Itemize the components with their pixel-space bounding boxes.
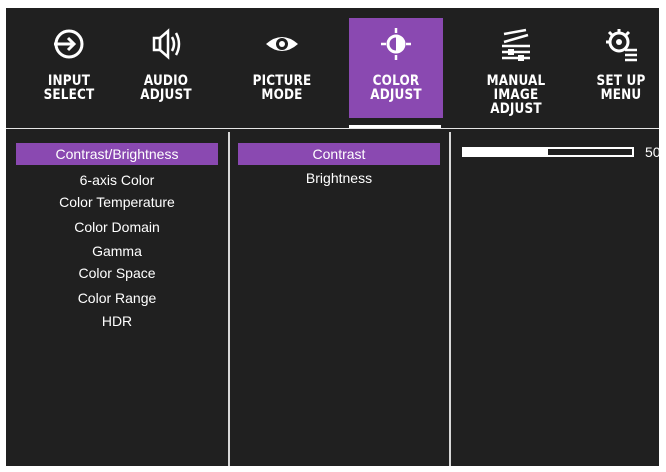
menu-item-color-domain[interactable]: Color Domain [16,216,218,238]
menu-item-color-space[interactable]: Color Space [16,262,218,284]
picture-mode-icon [266,37,298,51]
tab-label: COLOR ADJUST [370,73,422,103]
menu-item-color-temperature[interactable]: Color Temperature [16,191,218,213]
menu-item-contrast-brightness[interactable]: Contrast/Brightness [16,143,218,165]
tab-bar: INPUT SELECT AUDIO ADJUST PICTURE MODE C… [6,8,659,129]
tab-label: INPUT SELECT [43,73,95,103]
tab-input-select[interactable]: INPUT SELECT [22,18,116,118]
contrast-slider[interactable] [462,147,634,157]
tab-color-adjust[interactable]: COLOR ADJUST [349,18,443,118]
setup-menu-icon [606,29,637,62]
tab-label: PICTURE MODE [252,73,312,103]
menu-item-6-axis-color[interactable]: 6-axis Color [16,169,218,191]
tab-label: SET UP MENU [596,73,646,103]
menu-item-color-range[interactable]: Color Range [16,287,218,309]
manual-image-adjust-icon [502,28,530,61]
tab-label: AUDIO ADJUST [140,73,192,103]
tab-audio-adjust[interactable]: AUDIO ADJUST [119,18,213,118]
slider-fill [464,149,548,155]
slider-value: 50 [645,144,659,160]
submenu-item-contrast[interactable]: Contrast [238,143,440,165]
color-adjust-icon [381,28,411,60]
tab-label: MANUAL IMAGE ADJUST [486,73,546,117]
input-select-icon [54,29,84,59]
submenu-item-brightness[interactable]: Brightness [238,167,440,189]
tab-picture-mode[interactable]: PICTURE MODE [235,18,329,118]
audio-adjust-icon [152,28,181,60]
menu-item-hdr[interactable]: HDR [16,310,218,332]
menu-item-gamma[interactable]: Gamma [16,240,218,262]
tab-manual-image-adjust[interactable]: MANUAL IMAGE ADJUST [469,18,563,118]
tab-setup-menu[interactable]: SET UP MENU [574,18,659,118]
osd-menu: INPUT SELECT AUDIO ADJUST PICTURE MODE C… [6,8,659,466]
column-divider [228,132,230,466]
header-divider [6,128,659,129]
column-divider [449,132,451,466]
